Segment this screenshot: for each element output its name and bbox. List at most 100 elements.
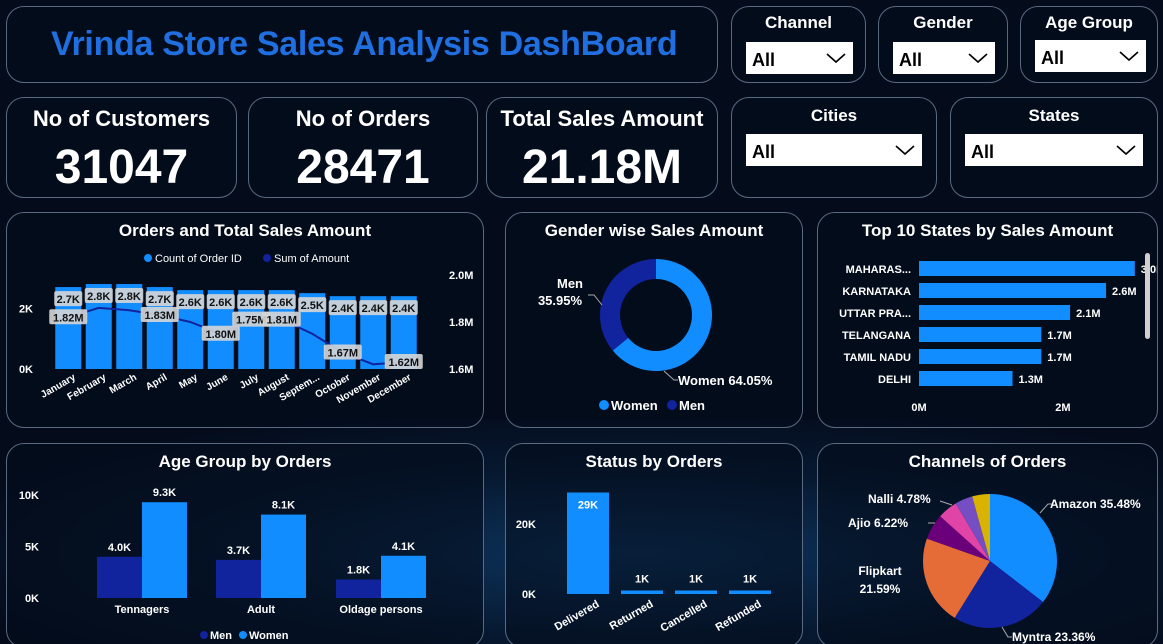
data-label: 1K [743, 574, 757, 586]
chevron-down-icon [968, 53, 988, 64]
data-label: 2.4K [331, 303, 354, 315]
y-tick-label: TAMIL NADU [844, 352, 911, 364]
dashboard-title: Vrinda Store Sales Analysis DashBoard [51, 25, 678, 63]
data-label: 1.82M [53, 312, 84, 324]
customers-kpi-label: No of Customers [32, 106, 211, 131]
customers-kpi-value: 31047 [54, 141, 189, 194]
data-label: 1.75M [236, 315, 267, 327]
sales-kpi-card: Total Sales Amount 21.18M [486, 97, 718, 198]
legend-marker [263, 254, 271, 262]
data-label: 1.7M [1047, 352, 1071, 364]
channels-chart: Amazon 35.48% Myntra 23.36% Flipkart 21.59%… [848, 492, 1141, 644]
title-panel: Vrinda Store Sales Analysis DashBoard [6, 6, 718, 83]
cities-dropdown[interactable]: All [746, 134, 922, 166]
data-label: 1K [635, 574, 649, 586]
data-label: 2.6M [1112, 286, 1136, 298]
bar [919, 371, 1013, 386]
data-label: 1.62M [388, 357, 419, 369]
y-tick-label: 0K [19, 364, 33, 376]
leader-line [1001, 626, 1012, 638]
legend-label: Sum of Amount [274, 253, 349, 265]
scrollbar [1145, 253, 1150, 339]
y-tick-label: MAHARAS... [846, 264, 911, 276]
bar [381, 555, 426, 598]
data-label: 2.8K [87, 291, 110, 303]
data-label: Women 64.05% [678, 373, 773, 388]
cities-slicer: Cities All [731, 97, 937, 198]
legend-marker [144, 254, 152, 262]
legend-marker [200, 631, 208, 639]
data-label: 4.1K [392, 541, 415, 553]
channel-dropdown[interactable]: All [746, 42, 853, 74]
data-label: 35.95% [538, 293, 583, 308]
gender-slicer-label: Gender [913, 13, 973, 32]
channels-chart-panel: Channels of Orders Amazon 35.48% Myntra 2… [817, 443, 1158, 644]
chart-title: Status by Orders [585, 452, 723, 471]
bar [97, 556, 142, 598]
bar [919, 305, 1071, 320]
data-label: 2.6K [270, 297, 293, 309]
chevron-down-icon [1116, 145, 1136, 156]
data-label: 1.80M [205, 329, 236, 341]
x-tick-label: Returned [608, 598, 656, 633]
chart-title: Gender wise Sales Amount [544, 221, 764, 240]
data-label: 29K [578, 500, 598, 512]
x-tick-label: 0M [911, 402, 926, 414]
pie-slice [600, 259, 656, 351]
legend-label: Men [679, 398, 705, 413]
chevron-down-icon [895, 145, 915, 156]
data-label: 2.4K [392, 303, 415, 315]
states-dropdown-value: All [971, 142, 995, 162]
age-group-slicer: Age Group All [1020, 6, 1158, 83]
states-chart-panel: Top 10 States by Sales Amount MAHARAS...… [817, 212, 1158, 428]
orders-sales-chart: Count of Order ID Sum of Amount 0K 2K 1.6M 1.… [19, 253, 474, 406]
sales-kpi-value: 21.18M [521, 141, 683, 194]
data-label: 8.1K [272, 500, 295, 512]
x-tick-label: June [205, 372, 231, 393]
y-tick-label: 2.0M [449, 270, 473, 282]
chart-title: Orders and Total Sales Amount [118, 221, 372, 240]
orders-kpi-label: No of Orders [295, 106, 431, 131]
x-tick-label: Cancelled [658, 598, 709, 634]
data-label: 1K [689, 574, 703, 586]
bar [216, 559, 261, 598]
x-tick-label: 2M [1055, 402, 1070, 414]
data-label: 2.7K [57, 294, 80, 306]
data-label: 2.6K [179, 297, 202, 309]
data-label: 2.4K [362, 303, 385, 315]
x-tick-label: Tennagers [115, 604, 170, 616]
gender-chart: Women 64.05% Men 35.95% Women Men [538, 259, 773, 413]
bar [261, 514, 306, 598]
age-group-dropdown[interactable]: All [1035, 40, 1146, 72]
chart-title: Channels of Orders [908, 452, 1067, 471]
age-group-chart: 0K 5K 10K 4.0K 9.3K Tennagers 3.7K 8.1K Adult 1.8… [19, 487, 426, 642]
cities-slicer-label: Cities [810, 106, 858, 125]
y-tick-label: 2K [19, 303, 33, 315]
x-tick-label: Refunded [714, 598, 764, 634]
y-tick-label: 0K [25, 593, 39, 605]
legend-marker [239, 631, 247, 639]
bar [336, 579, 381, 598]
leader-line [663, 370, 678, 381]
y-tick-label: 5K [25, 542, 39, 554]
bar [142, 502, 187, 598]
x-tick-label: May [177, 372, 200, 391]
bar [919, 349, 1042, 364]
data-label: 2.1M [1076, 308, 1100, 320]
y-tick-label: 20K [516, 519, 536, 531]
data-label: 9.3K [153, 487, 176, 499]
y-tick-label: DELHI [878, 374, 911, 386]
y-tick-label: UTTAR PRA... [839, 308, 911, 320]
data-label: 2.7K [148, 294, 171, 306]
x-tick-label: March [108, 372, 139, 396]
x-tick-label: Oldage persons [339, 604, 422, 616]
status-chart: 0K 20K 29K Delivered 1K Returned 1K Cancelled 1K… [516, 492, 771, 635]
data-label: Nalli 4.78% [868, 492, 931, 506]
gender-dropdown[interactable]: All [893, 42, 995, 74]
y-tick-label: 0K [522, 589, 536, 601]
data-label: 2.5K [301, 300, 324, 312]
customers-kpi-card: No of Customers 31047 [6, 97, 237, 198]
orders-kpi-value: 28471 [296, 141, 430, 194]
states-dropdown[interactable]: All [965, 134, 1143, 166]
legend-label: Men [210, 630, 232, 642]
